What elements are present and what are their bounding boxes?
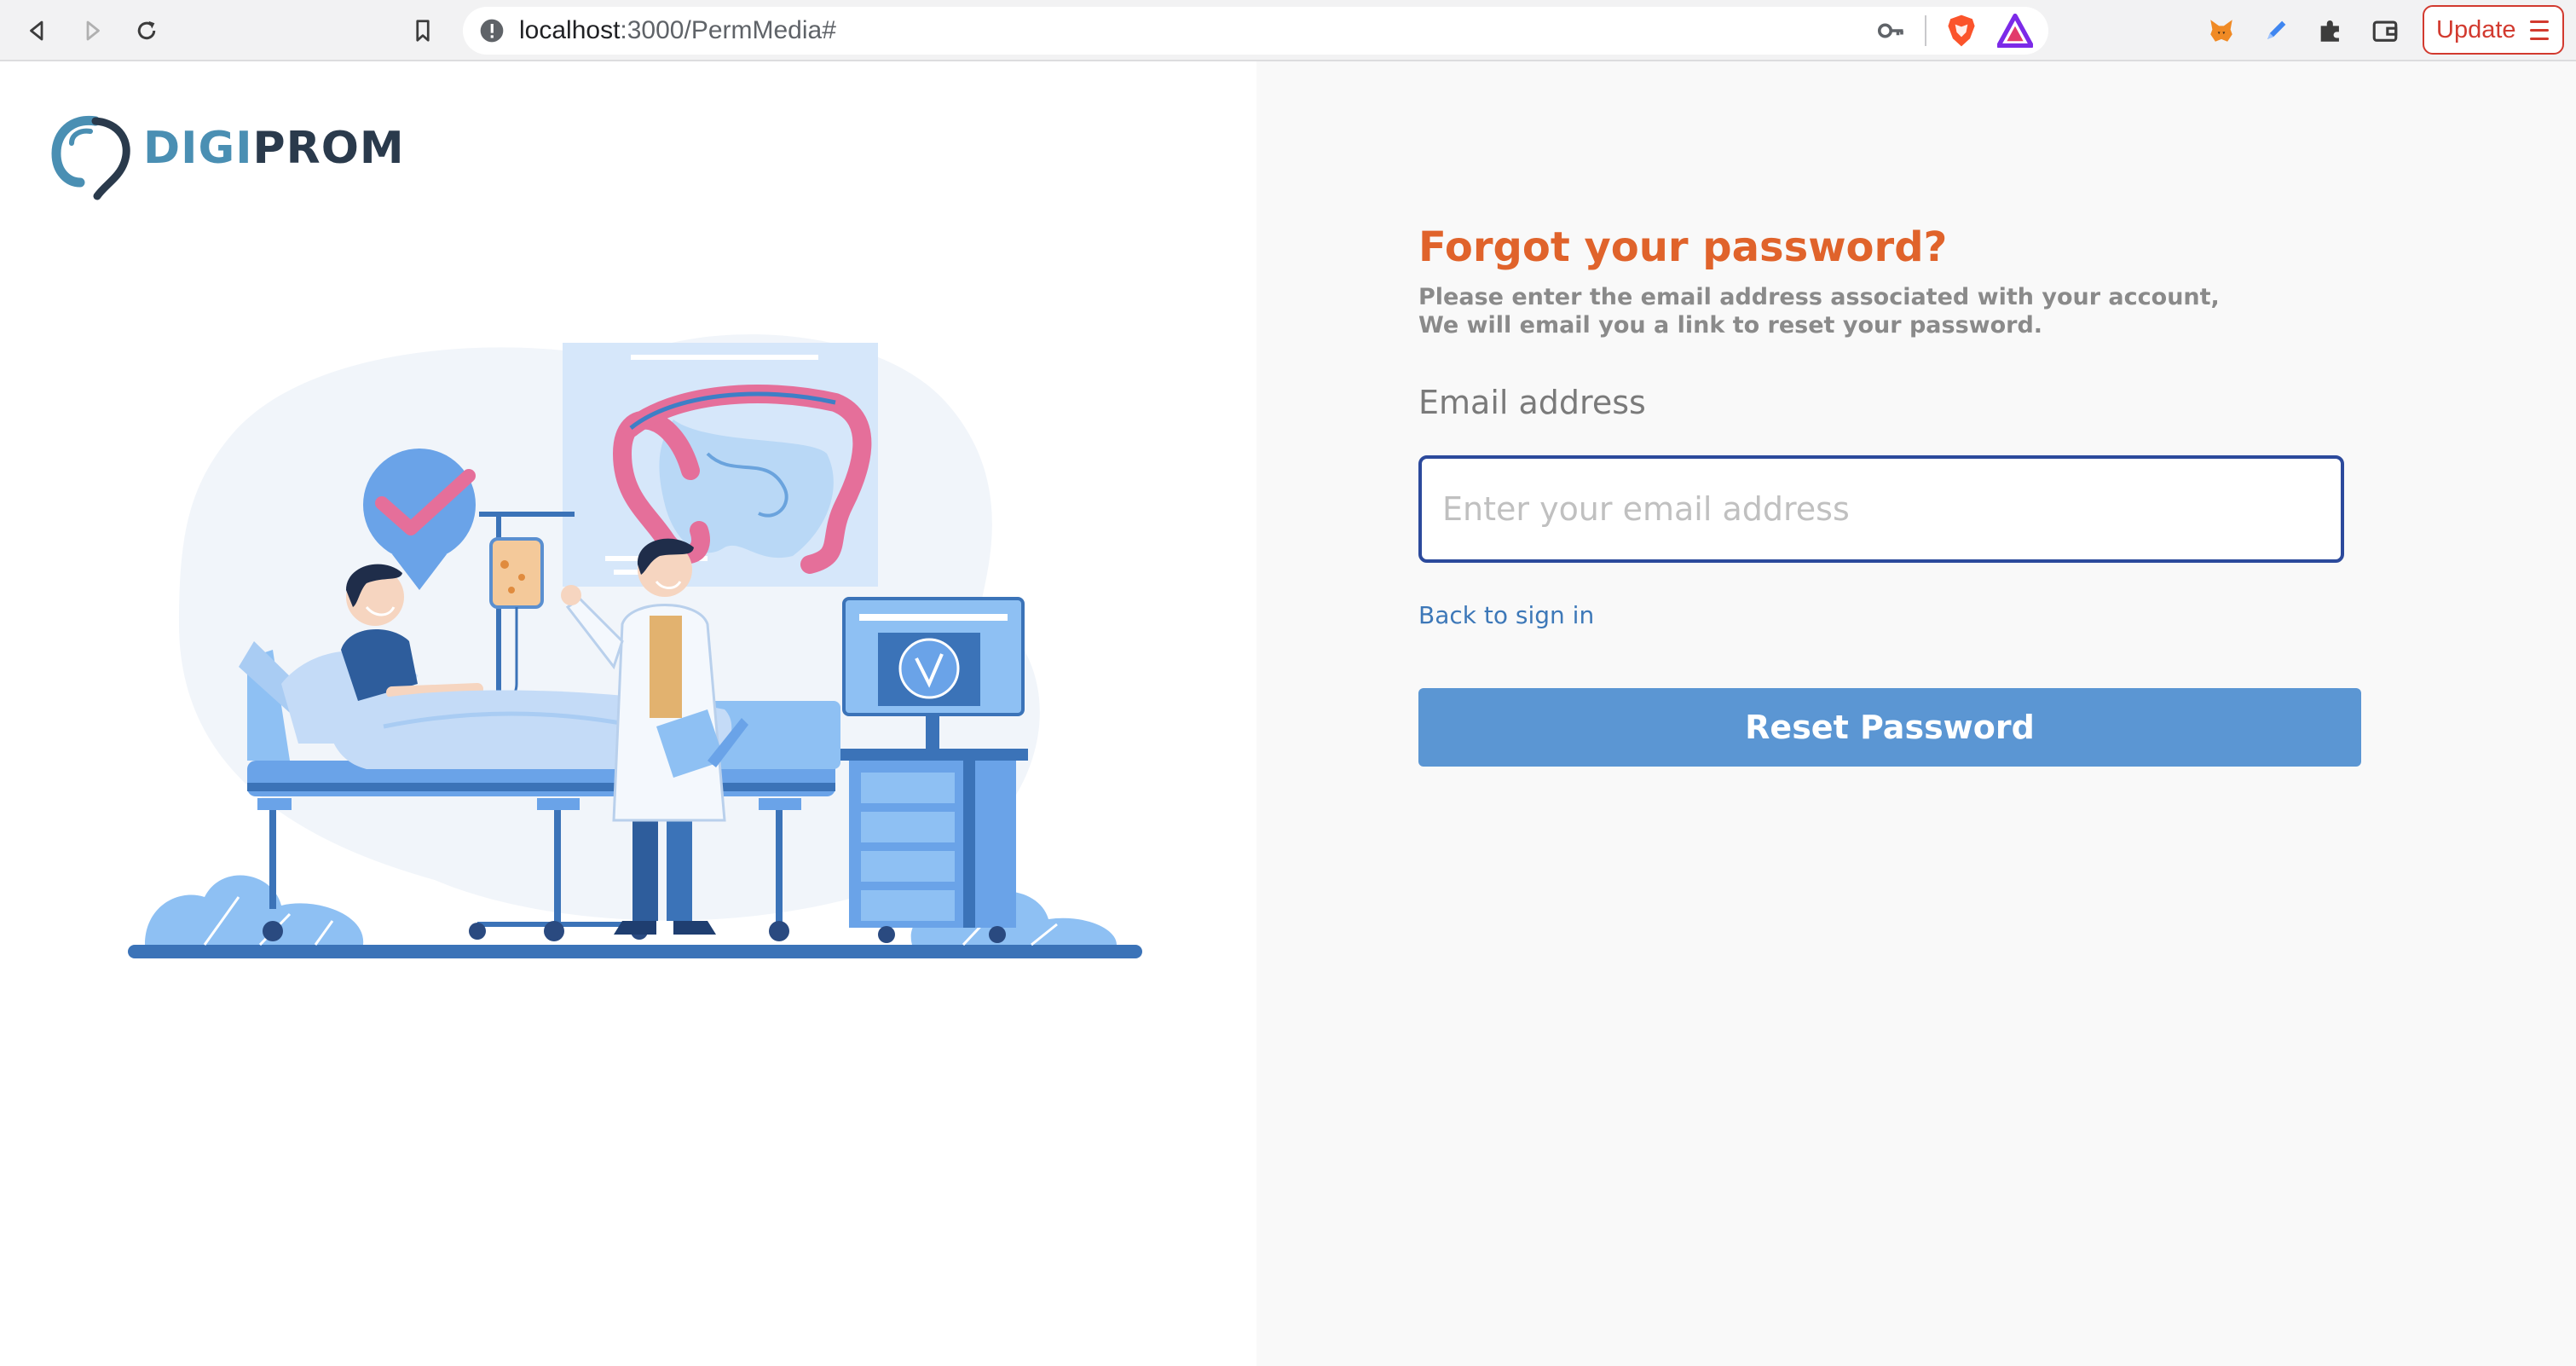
metamask-fox-icon[interactable] [2201,10,2242,51]
brave-rewards-icon[interactable] [1997,14,2033,48]
instructions-text: Please enter the email address associate… [1418,283,2220,339]
url-host: localhost [519,16,621,44]
omnibox-divider [1925,15,1926,46]
logo-wordmark: DIGIPROM [143,123,405,174]
wallet-icon[interactable] [2365,10,2406,51]
browser-toolbar: localhost:3000/PermMedia# Update [0,0,2576,61]
colon-logo-icon [51,115,130,200]
update-button[interactable]: Update [2423,5,2564,55]
back-arrow-icon[interactable] [17,10,58,51]
back-to-sign-in-link[interactable]: Back to sign in [1418,601,1594,629]
key-icon[interactable] [1876,15,1907,46]
instructions-line-2: We will email you a link to reset your p… [1418,312,2043,339]
puzzle-extensions-icon[interactable] [2310,10,2351,51]
update-label: Update [2436,15,2516,43]
url-text[interactable]: localhost:3000/PermMedia# [519,7,836,55]
bush-left-icon [145,875,364,946]
reload-icon[interactable] [126,10,167,51]
reset-password-panel: Forgot your password? Please enter the e… [1256,61,2576,1366]
email-input[interactable] [1418,455,2344,563]
instructions-line-1: Please enter the email address associate… [1418,284,2220,310]
info-icon[interactable] [478,17,505,44]
pen-extension-icon[interactable] [2255,10,2296,51]
hospital-illustration [128,334,1142,958]
logo-part-prom: PROM [252,123,405,174]
brave-shield-icon[interactable] [1943,12,1980,49]
reset-password-button[interactable]: Reset Password [1418,688,2361,767]
xray-board-icon [563,343,878,587]
page-title: Forgot your password? [1418,223,1948,271]
medical-monitor-icon [840,597,1028,943]
illustration-panel: DIGIPROM [0,61,1256,1366]
address-bar[interactable]: localhost:3000/PermMedia# [463,7,2048,55]
menu-icon [2530,20,2549,41]
url-path: :3000/PermMedia# [620,16,836,44]
forward-arrow-icon[interactable] [72,10,113,51]
email-field-label: Email address [1418,384,1646,421]
digiprom-logo[interactable]: DIGIPROM [46,109,404,203]
logo-part-digi: DIGI [143,123,253,174]
bookmark-icon[interactable] [402,10,443,51]
